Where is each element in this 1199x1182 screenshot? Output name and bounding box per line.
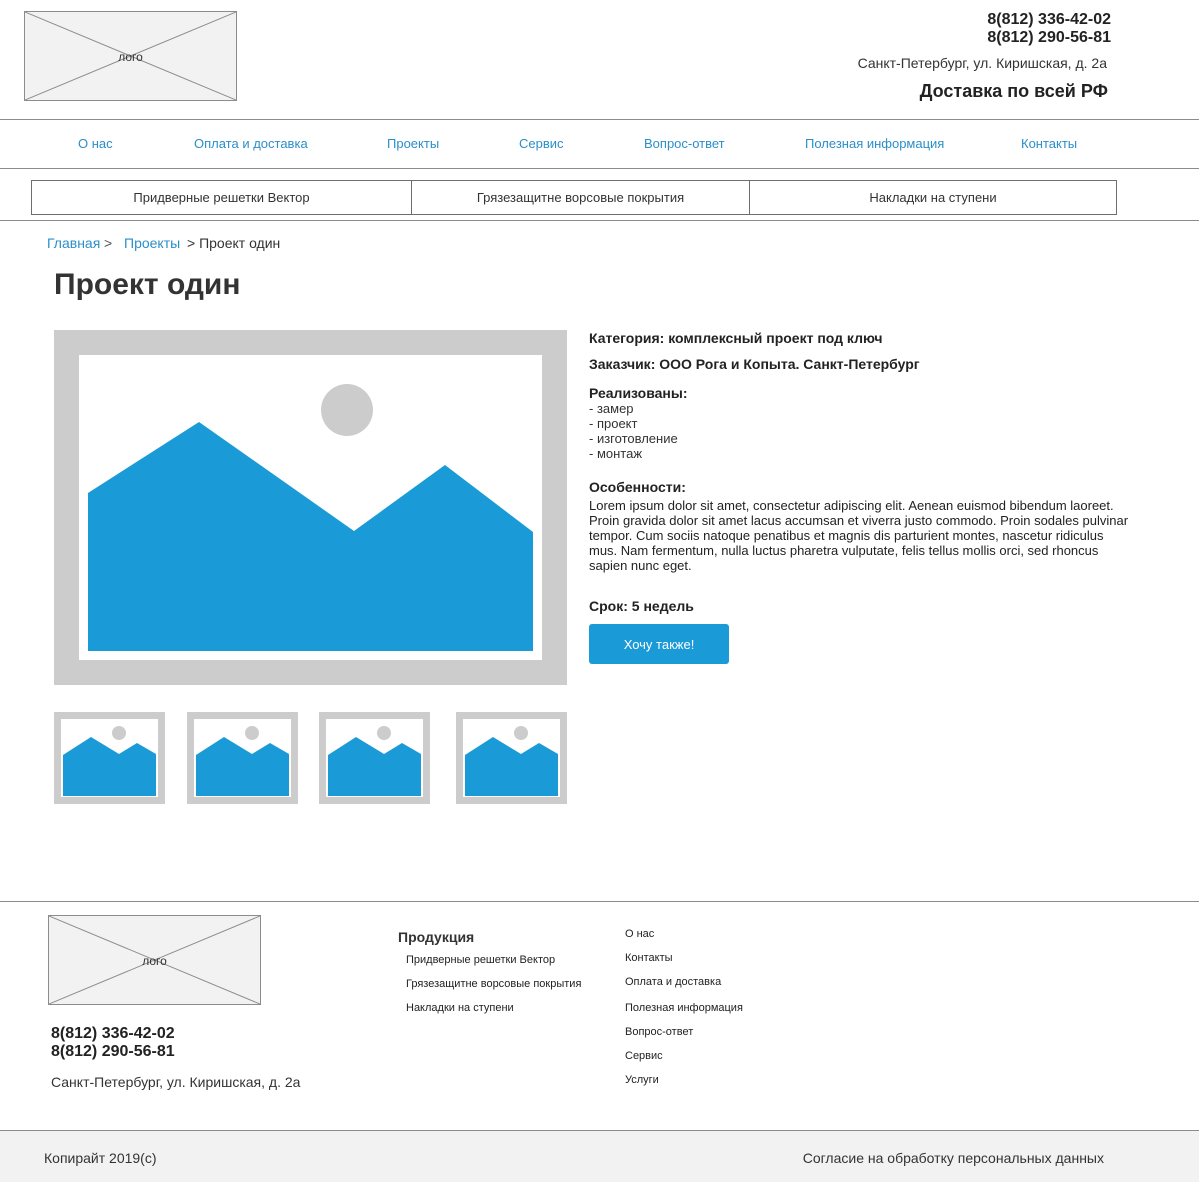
footer-address: Санкт-Петербург, ул. Киришская, д. 2а	[51, 1074, 301, 1090]
image-placeholder-icon	[465, 726, 558, 796]
image-placeholder-icon	[328, 726, 421, 796]
logo-label: лого	[118, 50, 143, 64]
project-term: Срок: 5 недель	[589, 598, 694, 614]
want-same-button[interactable]: Хочу также!	[589, 624, 729, 664]
nav-item-about[interactable]: О нас	[78, 136, 113, 151]
project-features-title: Особенности:	[589, 479, 686, 495]
thumbnail[interactable]	[54, 712, 165, 804]
footer-products-title: Продукция	[398, 929, 475, 945]
footer-phone-1[interactable]: 8(812) 336-42-02	[51, 1025, 175, 1043]
project-done-item: - замер	[589, 401, 634, 416]
image-placeholder-icon	[196, 726, 289, 796]
category-pile-coverings[interactable]: Грязезащитне ворсовые покрытия	[412, 181, 750, 214]
copyright: Копирайт 2019(с)	[44, 1150, 157, 1166]
breadcrumb-current: > Проект один	[187, 235, 281, 251]
footer-link-service[interactable]: Сервис	[625, 1050, 663, 1062]
divider	[0, 168, 1199, 169]
footer-link-services[interactable]: Услуги	[625, 1074, 659, 1086]
footer-logo[interactable]: лого	[48, 915, 261, 1005]
footer-link-payment-delivery[interactable]: Оплата и доставка	[625, 976, 721, 988]
logo-label: лого	[142, 954, 167, 968]
divider	[0, 220, 1199, 221]
header-delivery: Доставка по всей РФ	[919, 81, 1108, 101]
footer-product-link[interactable]: Грязезащитне ворсовые покрытия	[406, 978, 581, 990]
main-project-image[interactable]	[54, 330, 567, 685]
category-vector-grates[interactable]: Придверные решетки Вектор	[32, 181, 412, 214]
header-phone-1[interactable]: 8(812) 336-42-02	[987, 11, 1111, 29]
footer-phone-2[interactable]: 8(812) 290-56-81	[51, 1043, 175, 1061]
project-category: Категория: комплексный проект под ключ	[589, 330, 883, 346]
project-done-item: - монтаж	[589, 446, 643, 461]
nav-item-payment-delivery[interactable]: Оплата и доставка	[194, 136, 308, 151]
category-stair-covers[interactable]: Накладки на ступени	[750, 181, 1116, 214]
project-customer: Заказчик: ООО Рога и Копыта. Санкт-Петер…	[589, 356, 920, 372]
footer-product-link[interactable]: Накладки на ступени	[406, 1002, 514, 1014]
project-done-item: - изготовление	[589, 431, 678, 446]
nav-item-contacts[interactable]: Контакты	[1021, 136, 1077, 151]
divider	[0, 901, 1199, 902]
footer-product-link[interactable]: Придверные решетки Вектор	[406, 954, 555, 966]
footer-link-contacts[interactable]: Контакты	[625, 952, 673, 964]
footer-link-useful-info[interactable]: Полезная информация	[625, 1002, 743, 1014]
thumbnail[interactable]	[456, 712, 567, 804]
nav-item-useful-info[interactable]: Полезная информация	[805, 136, 944, 151]
nav-item-faq[interactable]: Вопрос-ответ	[644, 136, 725, 151]
nav-item-service[interactable]: Сервис	[519, 136, 564, 151]
breadcrumb-separator: >	[104, 235, 113, 251]
header-phone-2[interactable]: 8(812) 290-56-81	[987, 29, 1111, 47]
image-placeholder-icon	[88, 384, 533, 651]
breadcrumb-home[interactable]: Главная	[47, 235, 100, 251]
bottom-bar: Копирайт 2019(с) Согласие на обработку п…	[0, 1130, 1199, 1182]
privacy-consent-link[interactable]: Согласие на обработку персональных данны…	[803, 1150, 1104, 1166]
project-done-title: Реализованы:	[589, 385, 688, 401]
category-bar: Придверные решетки Вектор Грязезащитне в…	[31, 180, 1117, 215]
project-done-item: - проект	[589, 416, 638, 431]
footer-link-about[interactable]: О нас	[625, 928, 654, 940]
thumbnail[interactable]	[319, 712, 430, 804]
page-title: Проект один	[54, 268, 241, 301]
thumbnail[interactable]	[187, 712, 298, 804]
project-features-text: Lorem ipsum dolor sit amet, consectetur …	[589, 498, 1129, 573]
header-logo[interactable]: лого	[24, 11, 237, 101]
divider	[0, 119, 1199, 120]
footer-link-faq[interactable]: Вопрос-ответ	[625, 1026, 693, 1038]
header-address: Санкт-Петербург, ул. Киришская, д. 2а	[857, 55, 1107, 71]
breadcrumb-projects[interactable]: Проекты	[124, 235, 180, 251]
image-placeholder-icon	[63, 726, 156, 796]
nav-item-projects[interactable]: Проекты	[387, 136, 439, 151]
